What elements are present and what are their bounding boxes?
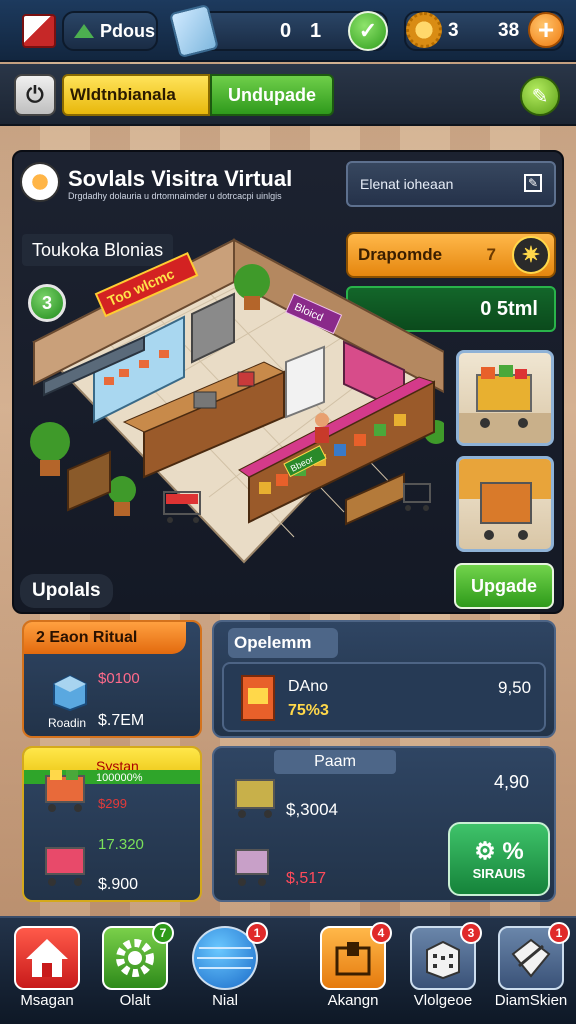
card-ritual-title: 2 Eaon Ritual (24, 622, 186, 654)
nav-storage-badge: 4 (370, 922, 392, 944)
section-title-uploads: Upolals (20, 574, 113, 608)
plant-pot-2 (40, 460, 60, 476)
nav-diamond-label: DiamSkien (494, 992, 568, 1009)
cart-thumbnail-2[interactable] (456, 456, 554, 552)
cart-icon-4 (45, 847, 85, 886)
cart-icon-2[interactable] (403, 483, 431, 511)
register-2-icon[interactable] (237, 371, 255, 387)
nav-diamond-badge: 1 (548, 922, 570, 944)
card-operations-item-name: DAno (288, 678, 329, 695)
nav-settings-badge: 7 (152, 922, 174, 944)
display-table[interactable] (345, 472, 405, 526)
card-ritual-price1: $0100 (98, 670, 140, 687)
sub-bar: ⏻ Wldtnbianala Undupade ✎ (0, 64, 576, 126)
register-icon[interactable] (193, 391, 217, 409)
store-logo-icon[interactable] (22, 14, 56, 48)
box-open-icon (335, 942, 371, 976)
nav-settings-label: Olalt (119, 992, 151, 1009)
cereal-box-icon (241, 675, 275, 721)
gear-icon (116, 939, 154, 977)
edit-icon[interactable]: ✎ (524, 174, 542, 192)
coin-count: 3 (448, 20, 459, 41)
nav-globe-badge: 1 (246, 922, 268, 944)
box-icon (53, 674, 87, 712)
nav-building-badge: 3 (460, 922, 482, 944)
simulate-button-icon: ⚙ % (474, 838, 524, 865)
card-system-v2: 17.320 (98, 836, 144, 853)
card-ritual-name: Roadin (48, 716, 87, 730)
star-icon[interactable]: ✷ (512, 236, 550, 274)
diamond-edit-icon (511, 938, 551, 978)
nav-building-label: Vlolgeoe (413, 992, 473, 1009)
cart-icon-6 (235, 849, 269, 886)
card-ritual[interactable]: 2 Eaon Ritual $0100 Roadin $.7EM (22, 620, 202, 738)
cart-icon-3 (45, 770, 85, 812)
tab-yellow[interactable]: Wldtnbianala (62, 74, 210, 116)
full-cart-icon (459, 365, 551, 443)
card-param-price-right: 4,90 (494, 772, 530, 792)
page-title: Sovlals Visitra Virtual (68, 166, 293, 191)
simulate-button[interactable]: ⚙ % SIRAUIS (448, 822, 550, 896)
card-system[interactable]: Systan 100000% $299 17.320 $.900 (22, 746, 202, 902)
card-operations-title: Opelemm (228, 628, 338, 658)
progress-value-left: 0 (280, 19, 292, 42)
page-subtitle: Drgdadhy dolauria u drtomnaimder u dotrc… (68, 191, 282, 201)
search-input[interactable]: Elenat ioheaan ✎ (346, 161, 556, 207)
building-icon (426, 940, 460, 980)
card-operations-item[interactable]: DAno 75%3 9,50 (222, 662, 546, 732)
plant-icon-3 (108, 476, 136, 504)
plant-icon (234, 264, 270, 300)
power-icon[interactable]: ⏻ (14, 74, 56, 116)
plus-icon[interactable]: + (528, 12, 564, 48)
card-operations-item-price: 9,50 (498, 678, 532, 697)
top-bar: Pdous 0 1 ✓ 3 38 + (0, 0, 576, 62)
card-system-v1: $299 (98, 796, 127, 811)
home-icon (26, 939, 68, 977)
card-operations-item-pct: 75%3 (288, 702, 329, 719)
produce-cart-icon (459, 459, 551, 540)
orange-stat-value: 7 (486, 245, 496, 264)
plant-icon-2 (30, 422, 70, 462)
card-param-title: Paam (274, 750, 396, 774)
pencil-icon[interactable]: ✎ (520, 76, 560, 116)
card-system-subtitle: 100000% (96, 772, 143, 784)
avatar[interactable] (20, 162, 60, 202)
nav-home[interactable] (14, 926, 80, 990)
card-param-price-red: $,517 (286, 870, 327, 887)
progress-value-right: 1 (310, 19, 322, 42)
shopper-icon[interactable] (315, 413, 329, 427)
card-operations[interactable]: Opelemm DAno 75%3 9,50 (212, 620, 556, 738)
gem-count: 38 (498, 20, 520, 41)
cart-thumbnail-1[interactable] (456, 350, 554, 446)
nav-globe-label: Nial (212, 992, 238, 1009)
plant-pot-3 (114, 502, 130, 516)
shopper-body (315, 427, 329, 443)
card-system-v3: $.900 (98, 876, 139, 893)
cart-icon-5 (235, 779, 275, 818)
tab-green[interactable]: Undupade (210, 74, 334, 116)
store-floor-map[interactable]: Too wlcmc Bloicd Bbeor (24, 232, 444, 572)
bonus-pill[interactable]: Pdous (62, 11, 158, 51)
card-ritual-price2: $.7EM (98, 712, 145, 729)
upgrade-button[interactable]: Upgade (454, 563, 554, 609)
wood-crate (67, 450, 111, 512)
card-param-price-mid: $,3004 (286, 800, 338, 819)
check-icon[interactable]: ✓ (348, 11, 388, 51)
nav-home-label: Msagan (20, 992, 74, 1009)
nav-storage-label: Akangn (327, 992, 379, 1009)
search-placeholder: Elenat ioheaan (360, 176, 454, 192)
simulate-button-label: SIRAUIS (472, 866, 526, 881)
gold-gear-icon (406, 12, 442, 48)
plant-pot (244, 296, 260, 310)
up-arrow-icon (74, 24, 94, 38)
bonus-label: Pdous (100, 20, 156, 41)
